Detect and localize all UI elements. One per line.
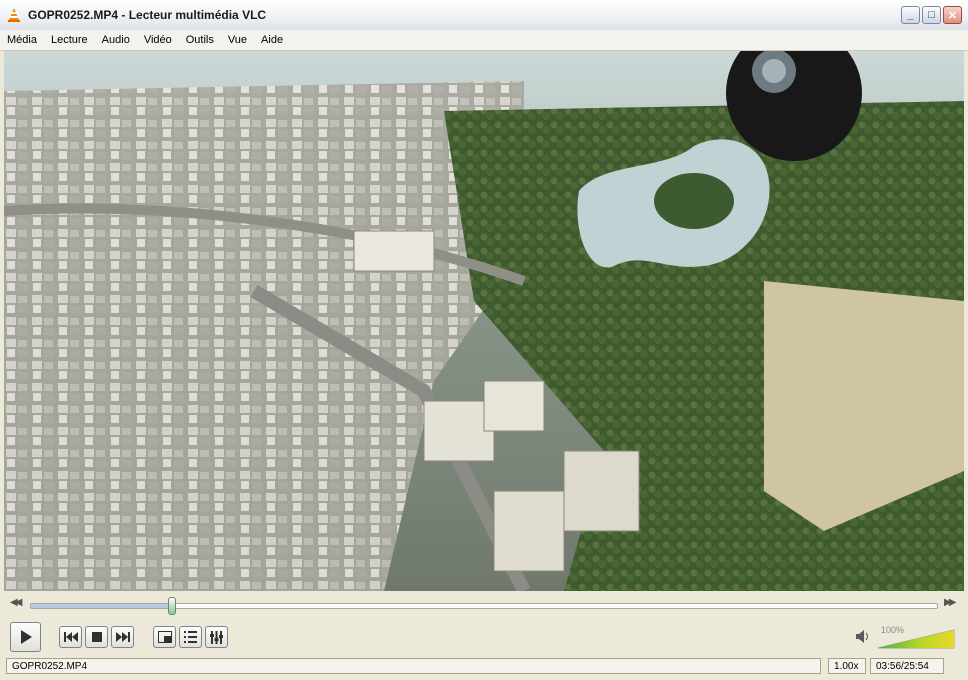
vlc-cone-icon [6, 7, 22, 23]
video-frame[interactable] [4, 51, 964, 591]
menu-aide[interactable]: Aide [254, 30, 290, 50]
extended-settings-button[interactable] [205, 626, 228, 648]
menu-media[interactable]: Média [0, 30, 44, 50]
minimize-button[interactable]: _ [901, 6, 920, 24]
fullscreen-icon [157, 631, 172, 643]
next-button[interactable] [111, 626, 134, 648]
control-bar: 100% [0, 620, 968, 656]
fullscreen-button[interactable] [153, 626, 176, 648]
time-display[interactable]: 03:56/25:54 [870, 658, 944, 674]
menu-audio[interactable]: Audio [95, 30, 137, 50]
previous-button[interactable] [59, 626, 82, 648]
equalizer-icon [210, 630, 223, 644]
next-icon [115, 632, 130, 642]
seek-row: ◀◀ ▶▶ [0, 593, 968, 615]
speaker-icon[interactable] [856, 630, 871, 646]
stop-icon [91, 632, 102, 642]
seek-slider[interactable] [30, 597, 938, 615]
seek-forward-icon[interactable]: ▶▶ [944, 597, 957, 608]
maximize-button[interactable]: □ [922, 6, 941, 24]
menu-bar: Média Lecture Audio Vidéo Outils Vue Aid… [0, 30, 968, 51]
menu-video[interactable]: Vidéo [137, 30, 179, 50]
title-bar[interactable]: GOPR0252.MP4 - Lecteur multimédia VLC _ … [0, 0, 968, 31]
playback-speed[interactable]: 1.00x [828, 658, 866, 674]
volume-slider[interactable] [876, 624, 956, 650]
vlc-window: GOPR0252.MP4 - Lecteur multimédia VLC _ … [0, 0, 968, 680]
play-icon [20, 630, 32, 644]
close-button[interactable]: ✕ [943, 6, 962, 24]
menu-outils[interactable]: Outils [179, 30, 221, 50]
seek-progress [31, 604, 173, 608]
status-filename: GOPR0252.MP4 [6, 658, 821, 674]
play-button[interactable] [10, 622, 41, 652]
window-title: GOPR0252.MP4 - Lecteur multimédia VLC [28, 8, 267, 22]
stop-button[interactable] [85, 626, 108, 648]
menu-lecture[interactable]: Lecture [44, 30, 95, 50]
status-bar: GOPR0252.MP4 1.00x 03:56/25:54 [0, 656, 968, 680]
menu-vue[interactable]: Vue [221, 30, 254, 50]
playlist-icon [184, 631, 197, 643]
seek-handle[interactable] [168, 597, 177, 615]
seek-back-icon[interactable]: ◀◀ [10, 597, 23, 608]
playlist-button[interactable] [179, 626, 202, 648]
previous-icon [63, 632, 78, 642]
